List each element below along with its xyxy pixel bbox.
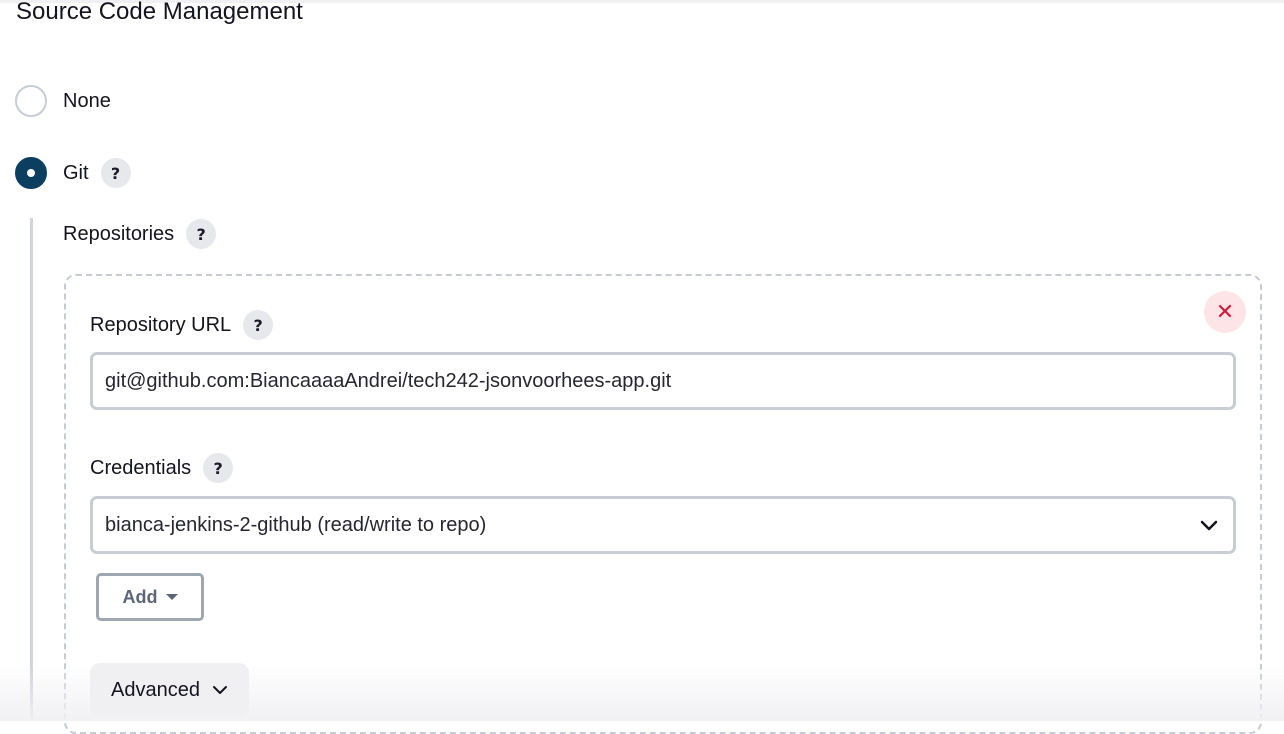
none-radio[interactable] [15, 85, 47, 117]
section-title: Source Code Management [16, 0, 303, 25]
credentials-selected-value: bianca-jenkins-2-github (read/write to r… [105, 513, 487, 536]
repository-url-input[interactable] [90, 352, 1236, 410]
repository-url-help-icon[interactable]: ? [243, 310, 274, 340]
repository-url-label: Repository URL [90, 313, 232, 336]
repositories-label: Repositories [63, 222, 175, 245]
scm-option-git[interactable]: Git ? [15, 156, 131, 190]
repositories-heading: Repositories ? [63, 218, 217, 250]
none-label[interactable]: None [63, 90, 111, 113]
advanced-label: Advanced [111, 678, 200, 701]
credentials-label: Credentials [90, 456, 192, 479]
git-radio[interactable] [15, 157, 47, 189]
git-label[interactable]: Git [63, 162, 89, 185]
add-credentials-button[interactable]: Add [96, 573, 204, 621]
credentials-heading: Credentials ? [90, 452, 234, 484]
chevron-down-icon [1200, 520, 1218, 531]
nested-section-line [30, 218, 33, 721]
git-help-icon[interactable]: ? [100, 158, 131, 188]
advanced-button[interactable]: Advanced [90, 663, 249, 717]
repository-url-heading: Repository URL ? [90, 309, 274, 341]
credentials-select[interactable]: bianca-jenkins-2-github (read/write to r… [90, 496, 1236, 554]
credentials-help-icon[interactable]: ? [203, 453, 234, 483]
add-button-label: Add [122, 586, 158, 607]
close-icon: ✕ [1215, 299, 1235, 325]
chevron-down-icon [212, 686, 227, 694]
scm-option-none[interactable]: None [15, 84, 111, 118]
remove-repository-button[interactable]: ✕ [1204, 291, 1246, 333]
caret-down-icon [165, 594, 178, 600]
repositories-help-icon[interactable]: ? [186, 219, 217, 249]
